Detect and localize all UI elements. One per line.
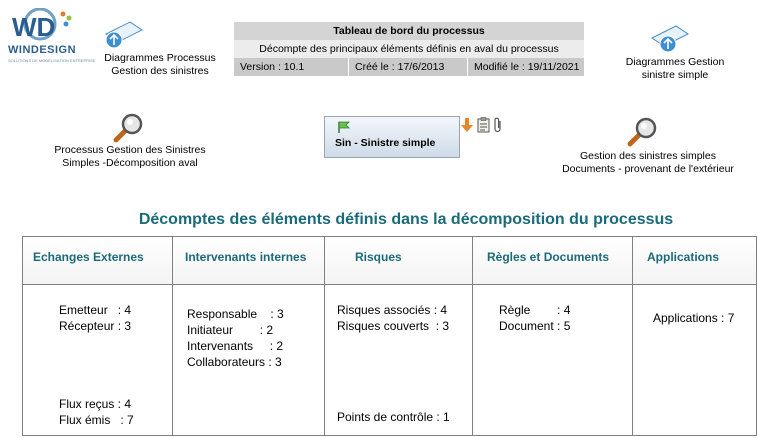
document-count: Document : 5 [499,319,571,333]
column-header: Applications [633,237,756,285]
windesign-logo: WD WINDESIGN SOLUTIONS DE MODÉLISATION E… [6,7,96,66]
modified-label: Modifié le : 19/11/2021 [474,61,580,73]
column-intervenants-internes: Intervenants internes Responsable : 3 In… [173,237,325,435]
risques-associes-count: Risques associés : 4 [337,303,448,317]
logo-mark-icon: WD [12,7,72,42]
column-header: Risques [325,237,472,285]
link-line: Diagrammes Gestion [625,56,725,68]
flux-emis-count: Flux émis : 7 [59,413,134,427]
version-label: Version : 10.1 [234,58,349,76]
link-line: sinistre simple [641,69,709,81]
documents-exterieur-link[interactable]: Gestion des sinistres simples Documents … [548,150,748,176]
header-meta: Version : 10.1 Créé le : 17/6/2013 Modif… [234,58,584,76]
processus-decomposition-link[interactable]: Processus Gestion des Sinistres Simples … [40,144,220,170]
created-label: Créé le : 17/6/2013 [349,58,468,76]
link-line: Diagrammes Processus [104,52,216,64]
counts-table: Echanges Externes Emetteur : 4 Récepteur… [22,236,757,436]
link-line: Simples -Décomposition aval [62,157,198,169]
column-applications: Applications Applications : 7 [633,237,756,435]
dashboard-header: Tableau de bord du processus Décompte de… [234,22,584,76]
header-label: Applications [647,250,720,264]
column-header: Echanges Externes [23,237,172,285]
svg-text:WD: WD [12,12,55,42]
diagram-up-icon[interactable] [104,20,144,55]
header-label: Intervenants internes [185,250,307,264]
process-box[interactable]: Sin - Sinistre simple [324,116,460,158]
link-line: Documents - provenant de l'extérieur [562,163,734,175]
responsable-count: Responsable : 3 [187,307,284,321]
header-label: Règles et Documents [487,250,610,264]
clipboard-icon[interactable] [477,117,490,138]
collaborateurs-count: Collaborateurs : 3 [187,355,282,369]
column-echanges-externes: Echanges Externes Emetteur : 4 Récepteur… [23,237,173,435]
diagram-processus-link[interactable]: Diagrammes Processus Gestion des sinistr… [90,52,230,78]
attachment-icon[interactable] [493,117,503,138]
flag-icon [338,121,350,133]
link-line: Gestion des sinistres [111,65,209,77]
header-label: Echanges Externes [33,250,144,264]
column-header: Règles et Documents [473,237,632,285]
header-subtitle: Décompte des principaux éléments définis… [234,40,584,58]
logo-text: WINDESIGN [8,44,77,56]
applications-count: Applications : 7 [653,311,735,325]
regle-count: Règle : 4 [499,303,571,317]
main-title: Décomptes des éléments définis dans la d… [138,211,674,228]
column-risques: Risques Risques associés : 4 Risques cou… [325,237,473,435]
risques-couverts-count: Risques couverts : 3 [337,319,450,333]
diagram-up-icon[interactable] [650,24,690,59]
flux-recus-count: Flux reçus : 4 [59,397,132,411]
header-label: Risques [355,250,402,264]
column-header: Intervenants internes [173,237,324,285]
initiateur-count: Initiateur : 2 [187,323,274,337]
logo-tagline: SOLUTIONS DE MODÉLISATION ENTREPRISE [8,58,96,63]
diagram-gestion-link[interactable]: Diagrammes Gestion sinistre simple [610,56,740,82]
link-line: Processus Gestion des Sinistres [54,144,206,156]
column-regles-documents: Règles et Documents Règle : 4 Document :… [473,237,633,435]
recepteur-count: Récepteur : 3 [59,319,132,333]
intervenants-count: Intervenants : 2 [187,339,284,353]
emetteur-count: Emetteur : 4 [59,303,132,317]
header-title: Tableau de bord du processus [234,22,584,40]
drill-down-icon[interactable] [461,117,473,138]
process-label: Sin - Sinistre simple [335,137,436,149]
magnifier-icon[interactable] [626,116,658,153]
points-controle-count: Points de contrôle : 1 [337,410,450,424]
link-line: Gestion des sinistres simples [580,150,716,162]
